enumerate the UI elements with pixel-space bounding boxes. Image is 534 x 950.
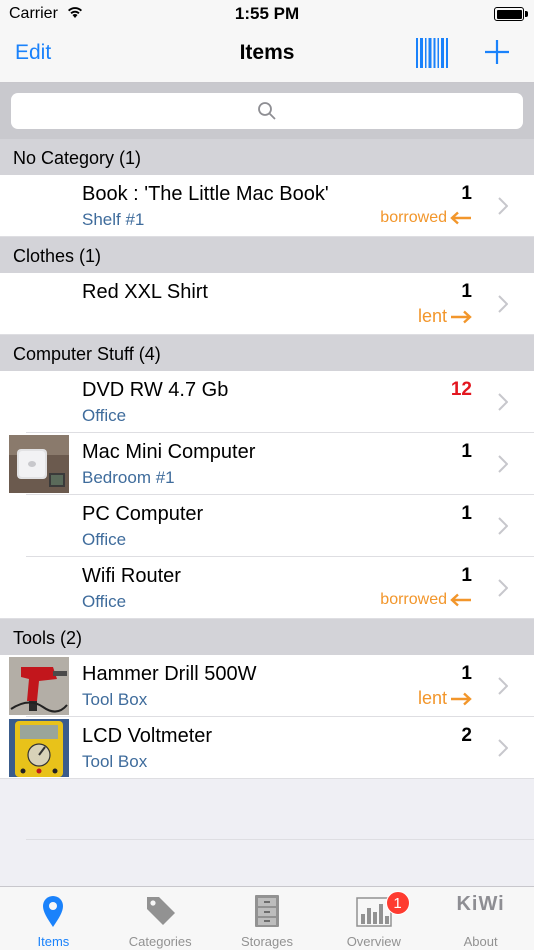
mac-mini-photo [9, 435, 69, 493]
item-name: LCD Voltmeter [82, 725, 213, 747]
battery-tip [525, 11, 528, 17]
cabinet-icon [254, 895, 279, 927]
list-item[interactable]: DVD RW 4.7 Gb Office 12 [0, 371, 534, 433]
item-status: borrowed [380, 591, 472, 609]
section-header: Tools (2) [0, 619, 534, 655]
hammer-drill-photo [9, 657, 69, 715]
item-location: Tool Box [82, 690, 148, 709]
chevron-right-icon [498, 393, 508, 411]
item-name: PC Computer [82, 503, 204, 525]
search-input[interactable] [11, 93, 523, 129]
section-header: Computer Stuff (4) [0, 335, 534, 371]
item-quantity: 2 [461, 725, 472, 746]
chevron-right-icon [498, 455, 508, 473]
chevron-right-icon [498, 739, 508, 757]
page-title: Items [239, 41, 295, 64]
status-label: lent [417, 306, 447, 326]
item-quantity: 1 [461, 663, 472, 684]
chevron-right-icon [498, 517, 508, 535]
row-divider [0, 236, 534, 237]
item-status: borrowed [380, 209, 472, 227]
list-item[interactable]: Hammer Drill 500W Tool Box 1 lent [0, 655, 534, 717]
tab-storages[interactable]: Storages [214, 887, 321, 950]
item-status: lent [418, 688, 472, 709]
item-name: Red XXL Shirt [82, 281, 208, 303]
status-label: lent [417, 688, 447, 708]
search-bar [0, 83, 534, 139]
tab-label: Items [37, 934, 70, 949]
item-quantity: 1 [461, 503, 472, 524]
item-quantity: 1 [461, 183, 472, 204]
tab-label: Overview [346, 934, 401, 949]
item-quantity: 1 [461, 281, 472, 302]
item-quantity: 1 [461, 441, 472, 462]
arrow-left-icon [450, 211, 471, 225]
chevron-right-icon [498, 579, 508, 597]
tab-overview[interactable]: 1 Overview [320, 887, 427, 950]
item-thumbnail [9, 719, 69, 777]
row-divider [0, 778, 534, 779]
kiwi-logo: KiWi [456, 893, 505, 915]
clock: 1:55 PM [234, 4, 300, 23]
section-header: No Category (1) [0, 139, 534, 175]
item-thumbnail [9, 657, 69, 715]
arrow-right-icon [451, 310, 472, 323]
status-label: borrowed [380, 209, 447, 226]
item-name: DVD RW 4.7 Gb [82, 379, 229, 401]
item-name: Hammer Drill 500W [82, 663, 257, 685]
row-divider [0, 618, 534, 619]
search-icon [258, 102, 276, 120]
item-location: Office [82, 406, 127, 425]
item-quantity: 12 [450, 379, 472, 400]
list-item[interactable]: Mac Mini Computer Bedroom #1 1 [0, 433, 534, 495]
item-location: Tool Box [82, 752, 148, 771]
tab-about[interactable]: KiWi About [427, 887, 534, 950]
plus-icon[interactable] [484, 39, 510, 65]
item-status: lent [418, 306, 472, 327]
tab-items[interactable]: Items [0, 887, 107, 950]
items-list: No Category (1) Book : 'The Little Mac B… [0, 139, 534, 779]
item-name: Mac Mini Computer [82, 441, 256, 463]
section-header: Clothes (1) [0, 237, 534, 273]
status-bar: Carrier 1:55 PM [0, 0, 534, 28]
empty-row-divider [26, 839, 534, 840]
battery-icon [494, 7, 524, 21]
item-location: Bedroom #1 [82, 468, 175, 487]
item-name: Book : 'The Little Mac Book' [82, 183, 329, 205]
list-item[interactable]: Red XXL Shirt 1 lent [0, 273, 534, 335]
barcode-icon[interactable] [416, 38, 448, 68]
voltmeter-photo [9, 719, 69, 777]
chevron-right-icon [498, 677, 508, 695]
chevron-right-icon [498, 197, 508, 215]
map-pin-icon [43, 896, 64, 927]
notification-badge: 1 [385, 891, 410, 915]
list-item[interactable]: PC Computer Office 1 [0, 495, 534, 557]
status-label: borrowed [380, 591, 447, 608]
arrow-left-icon [450, 593, 471, 607]
tab-categories[interactable]: Categories [107, 887, 214, 950]
navigation-bar: Edit Items [0, 28, 534, 83]
tab-label: About [463, 934, 498, 949]
tab-bar: Items Categories Storages 1 Overview KiW… [0, 886, 534, 950]
item-location: Shelf #1 [82, 210, 145, 229]
list-item[interactable]: LCD Voltmeter Tool Box 2 [0, 717, 534, 779]
tag-icon [147, 897, 176, 925]
tab-label: Categories [128, 934, 192, 949]
tab-label: Storages [240, 934, 294, 949]
list-item[interactable]: Wifi Router Office 1 borrowed [0, 557, 534, 619]
item-location: Office [82, 530, 127, 549]
list-item[interactable]: Book : 'The Little Mac Book' Shelf #1 1 … [0, 175, 534, 237]
item-thumbnail [9, 435, 69, 493]
item-location: Office [82, 592, 127, 611]
item-name: Wifi Router [82, 565, 181, 587]
chevron-right-icon [498, 295, 508, 313]
row-divider [0, 334, 534, 335]
item-quantity: 1 [461, 565, 472, 586]
arrow-right-icon [451, 692, 472, 705]
